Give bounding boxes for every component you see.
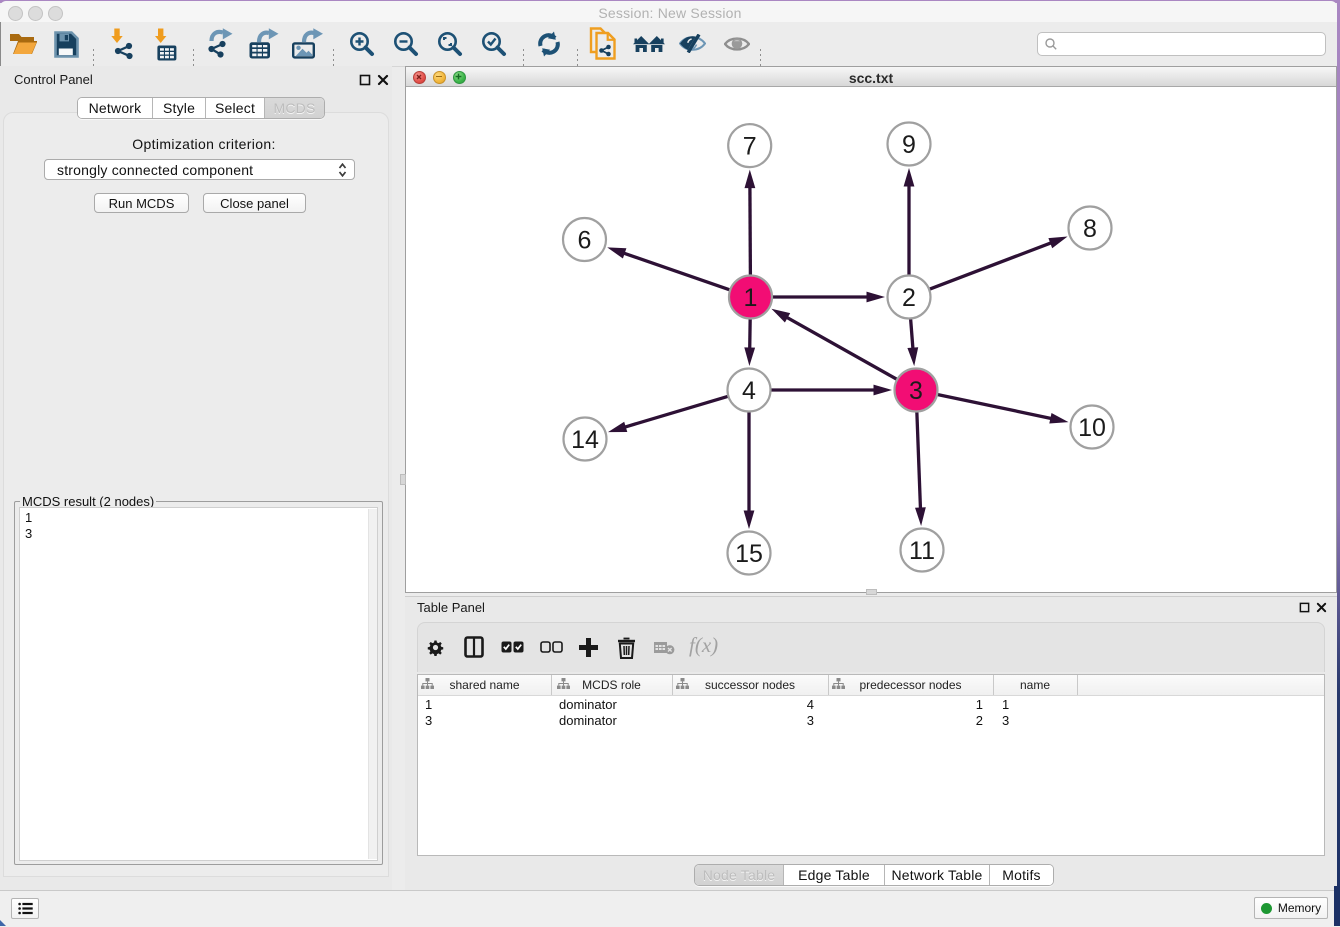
- svg-text:6: 6: [578, 227, 592, 255]
- svg-text:15: 15: [735, 540, 763, 568]
- svg-text:4: 4: [742, 377, 756, 405]
- svg-text:3: 3: [909, 377, 923, 405]
- svg-text:9: 9: [902, 131, 916, 159]
- svg-text:14: 14: [571, 426, 599, 454]
- svg-text:11: 11: [909, 537, 935, 565]
- svg-text:7: 7: [743, 133, 757, 161]
- svg-text:8: 8: [1083, 215, 1097, 243]
- svg-text:10: 10: [1078, 414, 1106, 442]
- svg-text:2: 2: [902, 284, 916, 312]
- svg-text:1: 1: [744, 284, 758, 312]
